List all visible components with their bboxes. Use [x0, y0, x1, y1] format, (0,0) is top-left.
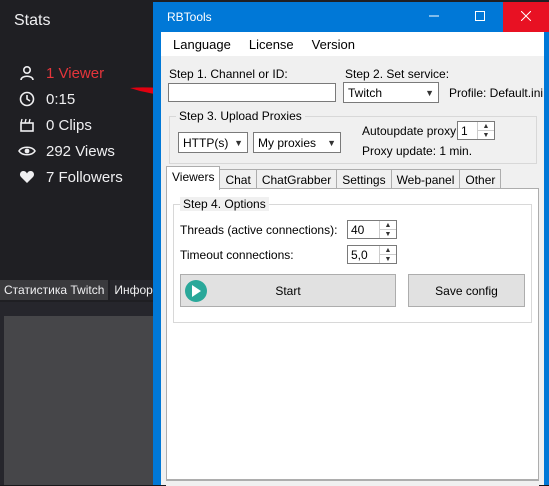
eye-icon — [18, 142, 36, 160]
stat-clips: 0 Clips — [18, 114, 92, 136]
chevron-down-icon: ▼ — [425, 87, 434, 98]
profile-label: Profile: Default.ini — [449, 86, 544, 100]
stat-viewers: 1 Viewer — [18, 62, 104, 84]
step2-label: Step 2. Set service: — [345, 67, 450, 81]
window-title: RBTools — [167, 10, 212, 24]
tab-other[interactable]: Other — [459, 169, 502, 190]
title-bar[interactable]: RBTools — [153, 2, 549, 32]
proxy-source-select[interactable]: My proxies ▼ — [253, 132, 341, 153]
stats-title: Stats — [14, 12, 51, 29]
clapper-icon — [18, 116, 36, 134]
spin-up-icon[interactable]: ▲ — [380, 221, 396, 230]
tab-chatgrabber[interactable]: ChatGrabber — [255, 169, 338, 190]
step3-label: Step 3. Upload Proxies — [176, 109, 305, 123]
spin-down-icon[interactable]: ▼ — [380, 230, 396, 238]
rbtools-window: RBTools Language License Version Step 1.… — [153, 2, 549, 486]
options-group: Step 4. Options Threads (active connecti… — [173, 197, 532, 323]
tab-viewers[interactable]: Viewers — [166, 166, 221, 190]
proxies-group: Step 3. Upload Proxies HTTP(s) ▼ My prox… — [169, 109, 537, 164]
proxy-type-select[interactable]: HTTP(s) ▼ — [178, 132, 248, 153]
autoupdate-value: 1 — [461, 124, 468, 138]
stat-uptime-text: 0:15 — [46, 90, 76, 108]
tab-strip: Viewers Chat ChatGrabber Settings Web-pa… — [166, 166, 502, 190]
chevron-down-icon: ▼ — [234, 137, 243, 148]
menu-license[interactable]: License — [240, 37, 303, 52]
channel-input[interactable] — [168, 83, 336, 102]
maximize-icon — [475, 8, 485, 26]
timeout-label: Timeout connections: — [180, 248, 294, 262]
timeout-spin-buttons: ▲ ▼ — [379, 246, 396, 263]
stat-viewers-text: 1 Viewer — [46, 64, 105, 82]
step4-label: Step 4. Options — [180, 197, 269, 211]
bg-tab-strip: Статистика Twitch Информа — [0, 280, 174, 300]
start-button-label: Start — [275, 283, 301, 298]
start-button[interactable]: Start — [180, 274, 396, 307]
heart-icon — [18, 168, 36, 186]
chevron-down-icon: ▼ — [327, 137, 336, 148]
tab-web-panel[interactable]: Web-panel — [390, 169, 461, 190]
play-icon — [185, 280, 207, 302]
stat-followers-text: 7 Followers — [46, 168, 123, 186]
bg-tab-twitch-stats[interactable]: Статистика Twitch — [0, 280, 109, 300]
tab-settings[interactable]: Settings — [336, 169, 392, 190]
user-icon — [18, 64, 36, 82]
menu-bar: Language License Version — [161, 32, 544, 56]
minimize-icon — [429, 8, 439, 26]
save-config-button[interactable]: Save config — [408, 274, 525, 307]
threads-label: Threads (active connections): — [180, 223, 338, 237]
autoupdate-label: Autoupdate proxy: — [362, 124, 460, 138]
step1-label: Step 1. Channel or ID: — [169, 67, 288, 81]
close-icon — [520, 8, 532, 26]
stat-clips-text: 0 Clips — [46, 116, 92, 134]
menu-language[interactable]: Language — [161, 37, 240, 52]
spin-up-icon[interactable]: ▲ — [380, 246, 396, 255]
service-value: Twitch — [348, 85, 383, 100]
autoupdate-spin-buttons: ▲ ▼ — [477, 122, 494, 139]
timeout-value: 5,0 — [351, 248, 368, 262]
autoupdate-spinner[interactable]: 1 ▲ ▼ — [457, 121, 495, 140]
stat-views-text: 292 Views — [46, 142, 115, 160]
status-strip — [166, 480, 539, 486]
close-button[interactable] — [503, 2, 549, 32]
threads-value: 40 — [351, 223, 365, 237]
timeout-spinner[interactable]: 5,0 ▲ ▼ — [347, 245, 397, 264]
clock-icon — [18, 90, 36, 108]
tab-chat[interactable]: Chat — [219, 169, 257, 190]
threads-spin-buttons: ▲ ▼ — [379, 221, 396, 238]
window-client-area: Language License Version Step 1. Channel… — [161, 32, 544, 486]
proxy-update-label: Proxy update: 1 min. — [362, 144, 473, 158]
service-select[interactable]: Twitch ▼ — [343, 82, 439, 103]
minimize-button[interactable] — [411, 2, 457, 32]
viewers-tab-page: Step 4. Options Threads (active connecti… — [166, 188, 539, 480]
spin-down-icon[interactable]: ▼ — [380, 255, 396, 263]
proxy-source-value: My proxies — [258, 135, 317, 150]
proxy-type-value: HTTP(s) — [183, 135, 229, 150]
spin-up-icon[interactable]: ▲ — [478, 122, 494, 131]
bg-content-inner — [4, 316, 155, 485]
stat-followers: 7 Followers — [18, 166, 123, 188]
bg-content-area — [0, 302, 155, 485]
spin-down-icon[interactable]: ▼ — [478, 131, 494, 139]
stat-views: 292 Views — [18, 140, 115, 162]
threads-spinner[interactable]: 40 ▲ ▼ — [347, 220, 397, 239]
stat-uptime: 0:15 — [18, 88, 75, 110]
menu-version[interactable]: Version — [303, 37, 364, 52]
maximize-button[interactable] — [457, 2, 503, 32]
